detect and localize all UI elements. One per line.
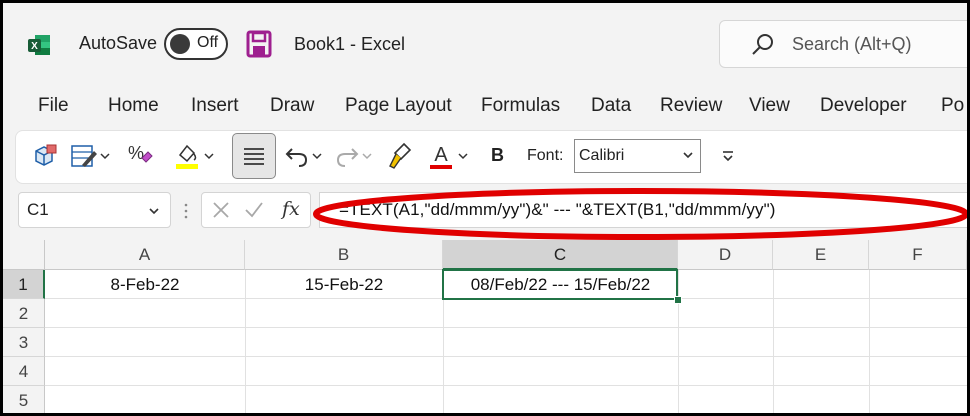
- 3d-cube-icon[interactable]: [32, 143, 58, 169]
- formula-bar: C1 fx =TEXT(A1,"dd/mmm/yy")&" --- "&TEXT…: [3, 184, 967, 240]
- column-header-c[interactable]: C: [443, 240, 678, 270]
- chevron-down-icon[interactable]: [312, 151, 322, 161]
- row-header-4[interactable]: 4: [3, 357, 45, 386]
- svg-text:A: A: [434, 144, 448, 166]
- tab-view[interactable]: View: [749, 95, 790, 117]
- align-button[interactable]: [232, 133, 276, 179]
- formula-buttons: fx: [201, 192, 311, 228]
- font-color-icon[interactable]: A: [428, 141, 454, 171]
- row-header-3[interactable]: 3: [3, 328, 45, 357]
- chevron-down-icon: [149, 208, 159, 215]
- column-header-b[interactable]: B: [245, 240, 443, 270]
- undo-icon[interactable]: [284, 143, 310, 169]
- name-box[interactable]: C1: [18, 192, 171, 228]
- font-select[interactable]: Calibri: [574, 139, 701, 173]
- insert-function-button[interactable]: fx: [282, 198, 300, 220]
- redo-icon[interactable]: [334, 143, 360, 169]
- tab-po[interactable]: Po: [941, 95, 964, 117]
- tab-formulas[interactable]: Formulas: [481, 95, 560, 117]
- highlight-fill-icon[interactable]: [174, 141, 200, 171]
- annotation-ellipse: [313, 188, 967, 240]
- tab-draw[interactable]: Draw: [270, 95, 314, 117]
- chevron-down-icon: [362, 153, 372, 160]
- search-placeholder: Search (Alt+Q): [792, 34, 912, 54]
- bold-button[interactable]: B: [491, 145, 504, 166]
- tab-developer[interactable]: Developer: [820, 95, 907, 117]
- autosave-state: Off: [197, 34, 219, 51]
- excel-window: X AutoSave Off Book1 - Excel Search (Alt…: [3, 3, 967, 413]
- autosave-label: AutoSave: [79, 33, 158, 53]
- tab-home[interactable]: Home: [108, 95, 159, 117]
- document-title: Book1 - Excel: [294, 34, 406, 54]
- column-header-d[interactable]: D: [678, 240, 773, 270]
- chevron-down-icon[interactable]: [204, 151, 214, 161]
- drag-handle-icon[interactable]: [183, 202, 189, 220]
- quick-toolbar: % A B Font: Calibri: [15, 130, 967, 184]
- gridline: [45, 356, 967, 357]
- customize-toolbar-icon[interactable]: [721, 149, 735, 163]
- chevron-down-icon[interactable]: [458, 151, 468, 161]
- format-painter-icon[interactable]: [386, 141, 414, 171]
- row-header-5[interactable]: 5: [3, 386, 45, 413]
- excel-logo-icon: X: [28, 35, 50, 55]
- cell-a1[interactable]: 8-Feb-22: [45, 270, 245, 299]
- highlight-swatch: [176, 164, 198, 169]
- name-box-value: C1: [27, 200, 49, 219]
- search-icon: [752, 34, 773, 55]
- column-header-a[interactable]: A: [45, 240, 245, 270]
- font-value: Calibri: [579, 147, 625, 164]
- fill-handle[interactable]: [674, 296, 682, 304]
- font-label: Font:: [527, 147, 564, 164]
- select-all-corner[interactable]: [3, 240, 45, 270]
- column-header-f[interactable]: F: [869, 240, 967, 270]
- cell-b1[interactable]: 15-Feb-22: [245, 270, 443, 299]
- tab-insert[interactable]: Insert: [191, 95, 239, 117]
- search-box[interactable]: Search (Alt+Q): [719, 20, 967, 68]
- column-header-e[interactable]: E: [773, 240, 869, 270]
- gridline: [773, 270, 774, 413]
- tab-data[interactable]: Data: [591, 95, 631, 117]
- gridline: [45, 385, 967, 386]
- svg-text:X: X: [31, 41, 38, 52]
- cancel-icon[interactable]: [212, 201, 230, 219]
- tab-file[interactable]: File: [38, 95, 69, 117]
- gridline: [45, 327, 967, 328]
- enter-check-icon[interactable]: [244, 201, 264, 219]
- form-edit-icon[interactable]: [70, 143, 98, 169]
- tab-review[interactable]: Review: [660, 95, 722, 117]
- row-header-1[interactable]: 1: [3, 270, 45, 299]
- eraser-icon[interactable]: [140, 149, 154, 163]
- tab-page-layout[interactable]: Page Layout: [345, 95, 452, 117]
- active-cell-border: [442, 269, 678, 300]
- toggle-knob: [170, 34, 190, 54]
- chevron-down-icon[interactable]: [100, 151, 110, 161]
- worksheet-grid: A B C D E F 1 2 3 4 5 8-Feb-22 15-Feb-22…: [3, 240, 967, 413]
- chevron-down-icon: [683, 152, 693, 159]
- row-header-2[interactable]: 2: [3, 299, 45, 328]
- gridline: [678, 270, 679, 413]
- autosave-toggle[interactable]: Off: [164, 28, 228, 60]
- align-lines-icon: [244, 148, 264, 165]
- gridline: [869, 270, 870, 413]
- ribbon-tabs: File Home Insert Draw Page Layout Formul…: [3, 83, 967, 129]
- save-icon[interactable]: [246, 30, 272, 58]
- title-bar: X AutoSave Off Book1 - Excel Search (Alt…: [3, 3, 967, 83]
